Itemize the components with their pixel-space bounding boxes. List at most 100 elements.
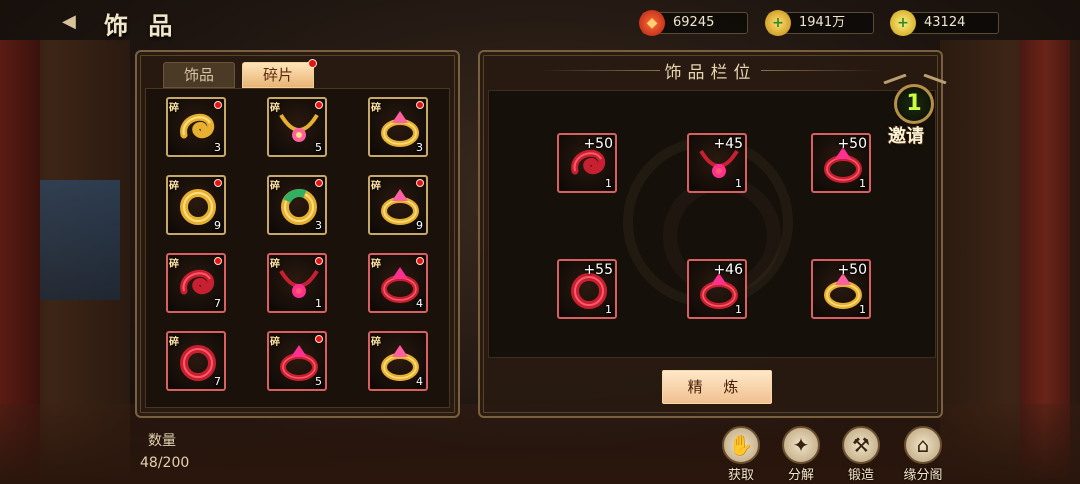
equipped-slot[interactable]: +55 1 [557, 259, 617, 319]
alert-dot [416, 101, 424, 109]
fragment-slot[interactable]: 碎1 [267, 253, 327, 313]
forge-hammer-icon: ⚒ [842, 426, 880, 464]
item-count: 3 [214, 141, 221, 154]
accessory-slot-panel: 饰品栏位 +50 1 +45 1 +50 1 +55 1 +46 1 +50 1 精 炼 [478, 50, 943, 418]
fragment-tag: 碎 [169, 103, 179, 114]
item-count: 5 [315, 141, 322, 154]
action-label: 锻造 [847, 468, 874, 483]
fragment-panel: 饰品 碎片 碎3碎5碎3碎9碎3碎9碎7碎1碎4碎7碎5碎4 [135, 50, 460, 418]
item-count: 9 [416, 219, 423, 232]
invite-count: 1 [894, 84, 934, 124]
alert-dot [308, 59, 317, 68]
item-count: 4 [416, 297, 423, 310]
alert-dot [214, 257, 222, 265]
item-count: 1 [859, 177, 866, 190]
fragment-slot[interactable]: 碎3 [368, 97, 428, 157]
acquire-icon: ✋ [722, 426, 760, 464]
fragment-slot[interactable]: 碎3 [267, 175, 327, 235]
currency-ingot[interactable]: + 43124 [890, 10, 999, 36]
invite-badge[interactable]: 1 邀请 [880, 72, 950, 148]
alert-dot [214, 101, 222, 109]
alert-dot [315, 335, 323, 343]
gold-coin-plus-icon[interactable]: + [765, 10, 791, 36]
gold-ingot-plus-icon[interactable]: + [890, 10, 916, 36]
item-count: 7 [214, 297, 221, 310]
action-label: 缘分阁 [903, 468, 943, 483]
action-label: 分解 [787, 468, 814, 483]
tab-label: 碎片 [262, 66, 293, 84]
fragment-tag: 碎 [270, 259, 280, 270]
tab-fragment[interactable]: 碎片 [242, 59, 317, 88]
back-arrow-icon[interactable]: ◀ [62, 12, 92, 32]
fragment-slot[interactable]: 碎3 [166, 97, 226, 157]
item-count: 9 [214, 219, 221, 232]
item-count: 4 [416, 375, 423, 388]
invite-label: 邀请 [888, 126, 924, 147]
forge-button[interactable]: ⚒ 锻造 [836, 426, 886, 484]
divider [761, 70, 881, 71]
item-count: 7 [214, 375, 221, 388]
enhance-level: +50 [837, 136, 867, 152]
item-count: 1 [315, 297, 322, 310]
fragment-slot[interactable]: 碎9 [368, 175, 428, 235]
fragment-slot[interactable]: 碎4 [368, 253, 428, 313]
item-count: 1 [735, 303, 742, 316]
ruby-coin-icon: ◆ [639, 10, 665, 36]
alert-dot [416, 257, 424, 265]
page-title: 饰 品 [104, 12, 179, 40]
fragment-slot[interactable]: 碎9 [166, 175, 226, 235]
fragment-tag: 碎 [270, 181, 280, 192]
fragment-tag: 碎 [371, 259, 381, 270]
currency-gold[interactable]: + 1941万 [765, 10, 874, 36]
refine-button[interactable]: 精 炼 [662, 370, 772, 404]
window-view [40, 180, 120, 300]
fragment-tag: 碎 [371, 337, 381, 348]
fragment-slot[interactable]: 碎7 [166, 331, 226, 391]
tab-accessory[interactable]: 饰品 [163, 62, 235, 88]
fragment-tag: 碎 [270, 337, 280, 348]
alert-dot [315, 101, 323, 109]
enhance-level: +50 [583, 136, 613, 152]
alert-dot [214, 179, 222, 187]
item-count: 1 [735, 177, 742, 190]
fragment-tag: 碎 [169, 181, 179, 192]
fragment-slot[interactable]: 碎4 [368, 331, 428, 391]
fragment-slot[interactable]: 碎5 [267, 97, 327, 157]
enhance-level: +46 [713, 262, 743, 278]
equipped-slot[interactable]: +45 1 [687, 133, 747, 193]
item-count: 5 [315, 375, 322, 388]
fragment-tag: 碎 [270, 103, 280, 114]
item-count: 3 [416, 141, 423, 154]
fragment-tag: 碎 [169, 337, 179, 348]
fragment-grid: 碎3碎5碎3碎9碎3碎9碎7碎1碎4碎7碎5碎4 [145, 88, 450, 408]
quantity-label: 数量 [148, 433, 176, 449]
equipped-slot[interactable]: +46 1 [687, 259, 747, 319]
crossed-swords-icon [883, 74, 947, 84]
pavilion-icon: ⌂ [904, 426, 942, 464]
decompose-button[interactable]: ✦ 分解 [776, 426, 826, 484]
enhance-level: +50 [837, 262, 867, 278]
item-count: 3 [315, 219, 322, 232]
currency-value: 43124 [924, 15, 966, 30]
quantity-value: 48/200 [140, 455, 190, 471]
alert-dot [416, 179, 424, 187]
pavilion-button[interactable]: ⌂ 缘分阁 [898, 426, 948, 484]
fragment-slot[interactable]: 碎5 [267, 331, 327, 391]
fragment-tag: 碎 [371, 103, 381, 114]
item-count: 1 [605, 303, 612, 316]
currency-ruby: ◆ 69245 [639, 10, 748, 36]
equipped-slots: +50 1 +45 1 +50 1 +55 1 +46 1 +50 1 [488, 90, 936, 358]
equipped-slot[interactable]: +50 1 [811, 259, 871, 319]
alert-dot [315, 257, 323, 265]
action-label: 获取 [727, 468, 754, 483]
fragment-slot[interactable]: 碎7 [166, 253, 226, 313]
equipped-slot[interactable]: +50 1 [557, 133, 617, 193]
alert-dot [315, 179, 323, 187]
equipped-slot[interactable]: +50 1 [811, 133, 871, 193]
item-count: 1 [605, 177, 612, 190]
fragment-tag: 碎 [169, 259, 179, 270]
top-bar: ◀ 饰 品 ◆ 69245 + 1941万 + 43124 [0, 0, 1080, 44]
acquire-button[interactable]: ✋ 获取 [716, 426, 766, 484]
enhance-level: +55 [583, 262, 613, 278]
decompose-icon: ✦ [782, 426, 820, 464]
